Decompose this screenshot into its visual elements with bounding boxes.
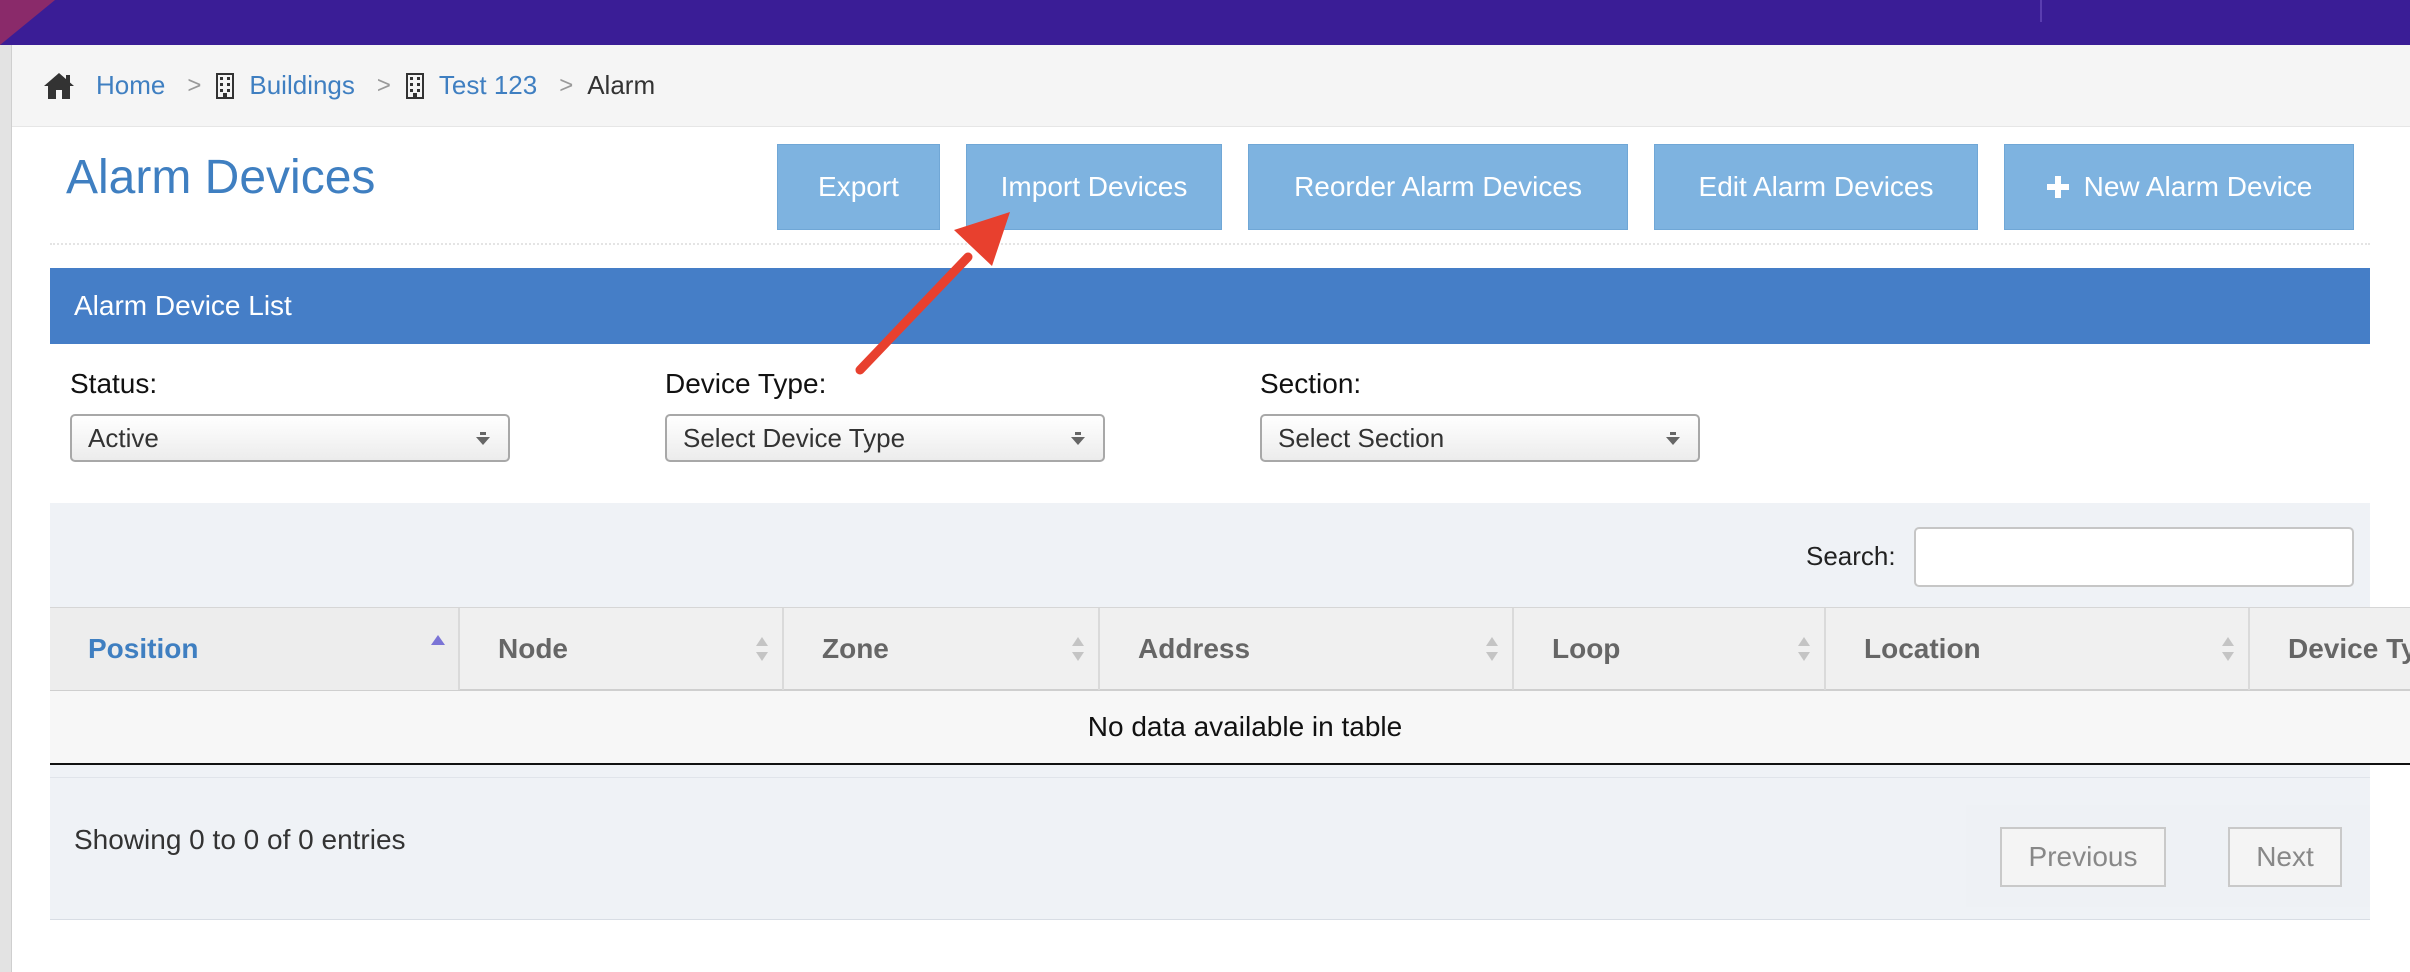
previous-button-label: Previous [2028,841,2138,872]
edit-button-label: Edit Alarm Devices [1698,171,1934,202]
entries-info: Showing 0 to 0 of 0 entries [74,824,406,855]
building-icon [216,72,235,99]
status-select[interactable]: Active [70,414,510,462]
column-header-node[interactable]: Node [460,608,784,690]
status-select-value: Active [88,422,159,453]
footer-divider [50,919,2370,920]
breadcrumb-buildings-link[interactable]: Buildings [249,70,355,101]
title-divider [50,243,2370,245]
export-button-label: Export [818,171,899,202]
sort-icon [756,637,768,661]
column-header-location[interactable]: Location [1826,608,2250,690]
dropdown-arrow-icon [1666,432,1680,445]
column-header-label: Address [1138,633,1251,664]
reorder-button-label: Reorder Alarm Devices [1294,171,1582,202]
page-title: Alarm Devices [66,151,376,204]
import-devices-button[interactable]: Import Devices [966,144,1222,230]
device-type-select[interactable]: Select Device Type [665,414,1105,462]
section-select-value: Select Section [1278,422,1445,453]
status-filter-label: Status: [70,368,158,399]
device-type-select-value: Select Device Type [683,422,906,453]
new-button-label: New Alarm Device [2083,171,2313,202]
breadcrumb-building[interactable]: Test 123 [405,70,537,101]
column-header-label: Node [498,633,568,664]
table-header: Position Node Zone Address Loop Location [50,607,2410,691]
building-icon [405,72,424,99]
column-header-label: Position [88,633,199,664]
column-header-address[interactable]: Address [1100,608,1514,690]
breadcrumb-home-link[interactable]: Home [96,70,165,101]
sort-icon [1798,637,1810,661]
breadcrumb: Home > Buildings > Test 123 > Alarm [12,45,2410,127]
search-label: Search: [1806,541,1896,571]
device-type-filter-label: Device Type: [665,368,827,399]
breadcrumb-separator: > [559,71,574,99]
column-header-label: Loop [1552,633,1621,664]
sidebar-rail [0,45,12,972]
panel-title: Alarm Device List [74,290,292,321]
table-empty-row: No data available in table [50,691,2410,765]
breadcrumb-buildings[interactable]: Buildings [215,70,355,101]
section-filter-label: Section: [1260,368,1362,399]
top-navbar [0,0,2410,45]
plus-icon [2046,176,2069,198]
search-input[interactable] [1914,527,2354,587]
edit-alarm-devices-button[interactable]: Edit Alarm Devices [1654,144,1978,230]
navbar-divider [2040,0,2042,22]
next-page-button[interactable]: Next [2228,827,2342,887]
panel-header: Alarm Device List [50,268,2370,344]
column-header-device-type[interactable]: Device Ty [2250,608,2410,690]
breadcrumb-separator: > [376,71,391,99]
previous-page-button[interactable]: Previous [2000,827,2166,887]
import-devices-button-label: Import Devices [1000,171,1188,202]
section-select[interactable]: Select Section [1260,414,1700,462]
empty-table-message: No data available in table [1087,711,1403,742]
dropdown-arrow-icon [476,432,490,445]
column-header-position[interactable]: Position [50,608,460,690]
column-header-loop[interactable]: Loop [1514,608,1826,690]
navbar-corner-accent [0,0,55,45]
breadcrumb-home[interactable]: Home [42,70,165,101]
column-header-label: Device Ty [2288,633,2410,664]
home-icon [44,72,74,99]
breadcrumb-separator: > [187,71,202,99]
reorder-alarm-devices-button[interactable]: Reorder Alarm Devices [1248,144,1628,230]
new-alarm-device-button[interactable]: New Alarm Device [2004,144,2354,230]
column-header-zone[interactable]: Zone [784,608,1100,690]
sort-ascending-icon [431,635,445,645]
breadcrumb-current: Alarm [587,70,656,100]
breadcrumb-building-link[interactable]: Test 123 [439,70,537,101]
sort-icon [1486,637,1498,661]
column-header-label: Location [1864,633,1981,664]
sort-icon [2222,637,2234,661]
sort-icon [1072,637,1084,661]
column-header-label: Zone [822,633,889,664]
next-button-label: Next [2256,841,2314,872]
export-button[interactable]: Export [777,144,940,230]
dropdown-arrow-icon [1071,432,1085,445]
